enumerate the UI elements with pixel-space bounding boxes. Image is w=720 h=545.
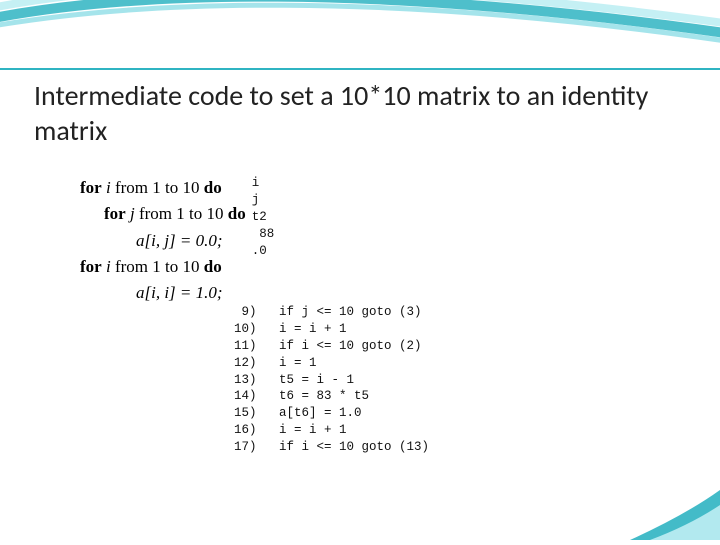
keyword-do: do [204, 178, 222, 197]
assign-one: a[i, i] = 1.0; [136, 283, 223, 302]
tac-line: 12) i = 1 [234, 356, 317, 370]
assign-zero: a[i, j] = 0.0; [136, 231, 223, 250]
keyword-do: do [228, 204, 246, 223]
tac-fragment: i j t2 88 .0 [252, 175, 275, 259]
decorative-corner [630, 480, 720, 540]
tac-column: i j t2 88 .0 [258, 175, 275, 259]
tac-line: 17) if i <= 10 goto (13) [234, 440, 429, 454]
slide-body: for i from 1 to 10 do for j from 1 to 10… [80, 175, 680, 307]
title-underline [0, 68, 720, 70]
keyword-for: for [80, 257, 102, 276]
slide-title: Intermediate code to set a 10*10 matrix … [34, 78, 686, 148]
decorative-swoosh [0, 0, 720, 90]
tac-line: 10) i = i + 1 [234, 322, 347, 336]
keyword-for: for [80, 178, 102, 197]
tac-line: 11) if i <= 10 goto (2) [234, 339, 422, 353]
tac-line: 14) t6 = 83 * t5 [234, 389, 369, 403]
tac-line: 13) t5 = i - 1 [234, 373, 354, 387]
keyword-do: do [204, 257, 222, 276]
three-address-code: 9) if j <= 10 goto (3) 10) i = i + 1 11)… [234, 304, 429, 456]
tac-line: 16) i = i + 1 [234, 423, 347, 437]
keyword-for: for [104, 204, 126, 223]
source-code-block: for i from 1 to 10 do for j from 1 to 10… [80, 175, 258, 307]
tac-line: 9) if j <= 10 goto (3) [234, 305, 422, 319]
tac-line: 15) a[t6] = 1.0 [234, 406, 362, 420]
